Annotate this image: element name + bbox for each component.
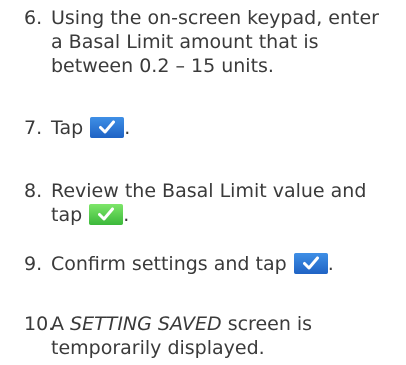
step-text-after: . (124, 117, 131, 139)
confirm-button-blue (293, 253, 328, 274)
step-number: 8. (24, 180, 43, 202)
step-text-line: Tap . (51, 116, 130, 140)
step-text: Review the Basal Limit value and tap . (51, 179, 366, 227)
step-text-before: A (51, 313, 64, 335)
step-text-line: Confirm settings and tap . (51, 252, 334, 276)
step-text-after: . (327, 253, 334, 275)
step-text-before: Confirm settings and tap (51, 253, 287, 275)
step-number: 7. (24, 117, 43, 139)
step-text: Confirm settings and tap . (51, 252, 334, 276)
step-text: Using the on-screen keypad, enter a Basa… (51, 6, 379, 78)
step-text-line: a Basal Limit amount that is (51, 31, 319, 53)
step-number: 6. (24, 7, 43, 29)
step-text: A SETTING SAVED screen is temporarily di… (51, 312, 312, 360)
step-text-line: between 0.2 – 15 units. (51, 55, 274, 77)
step-text-before: Tap (51, 117, 84, 139)
checkmark-icon (98, 207, 115, 221)
confirm-button-blue (90, 117, 125, 138)
step-text-line: A SETTING SAVED screen is (51, 312, 312, 336)
checkmark-icon (302, 256, 319, 270)
setting-saved-emphasis: SETTING SAVED (70, 313, 222, 335)
step-text-line: tap . (51, 203, 366, 227)
step-number: 10. (24, 313, 55, 335)
step-text-after: screen is (227, 313, 313, 335)
step-text-line: Using the on-screen keypad, enter (51, 7, 379, 29)
step-text-after: . (123, 204, 130, 226)
step-text-before: tap (51, 204, 83, 226)
step-text: Tap . (51, 116, 130, 140)
step-text-line: Review the Basal Limit value and (51, 180, 367, 202)
confirm-button-green (89, 204, 124, 225)
checkmark-icon (99, 120, 116, 134)
step-text-line: temporarily displayed. (51, 337, 265, 359)
step-number: 9. (24, 253, 43, 275)
